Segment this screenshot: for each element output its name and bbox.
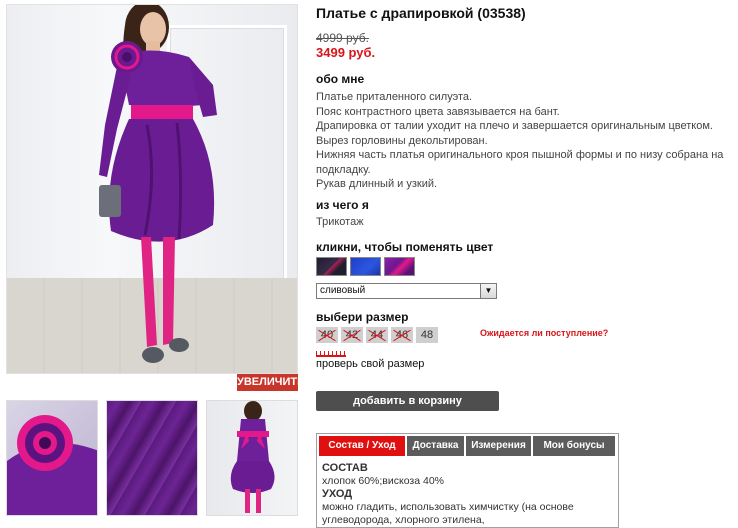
color-swatch-blue[interactable] (350, 257, 381, 276)
restock-inquiry-link[interactable]: Ожидается ли поступление? (480, 328, 608, 338)
size-option-46[interactable]: 46 (391, 327, 413, 343)
ruler-icon (316, 351, 346, 357)
size-heading: выбери размер (316, 310, 409, 324)
rosette-closeup-image (7, 415, 97, 515)
material-heading: из чего я (316, 198, 369, 212)
care-line: можно гладить, использовать химчистку (н… (322, 501, 574, 513)
back-view-image (230, 401, 275, 513)
tabs-bar: Состав / Уход Доставка Измерения Мои бон… (317, 434, 618, 456)
color-select[interactable]: сливовый ▼ (316, 283, 497, 299)
size-option-40[interactable]: 40 (316, 327, 338, 343)
zoom-button[interactable]: УВЕЛИЧИТЬ (237, 374, 305, 391)
dress-model-figure (99, 5, 217, 363)
color-swatch-plum[interactable] (384, 257, 415, 276)
chevron-down-icon[interactable]: ▼ (480, 284, 496, 298)
color-swatch-black[interactable] (316, 257, 347, 276)
size-option-48[interactable]: 48 (416, 327, 438, 343)
thumbnail-fabric-drape[interactable] (106, 400, 198, 516)
about-heading: обо мне (316, 72, 365, 86)
about-line: Нижняя часть платья оригинального кроя п… (316, 149, 724, 161)
tab-composition-care[interactable]: Состав / Уход (319, 436, 405, 456)
main-product-photo[interactable] (6, 4, 298, 374)
size-option-44[interactable]: 44 (366, 327, 388, 343)
thumbnail-back-view[interactable] (206, 400, 298, 516)
thumbnail-rosette[interactable] (6, 400, 98, 516)
color-heading: кликни, чтобы поменять цвет (316, 240, 494, 254)
about-line: Платье приталенного силуэта. (316, 91, 473, 103)
color-select-value: сливовый (320, 285, 366, 296)
composition-heading: СОСТАВ (322, 462, 368, 474)
material-value: Трикотаж (316, 216, 364, 228)
tab-my-bonuses[interactable]: Мои бонусы (533, 436, 615, 456)
size-option-42[interactable]: 42 (341, 327, 363, 343)
care-heading: УХОД (322, 488, 353, 500)
tab-delivery[interactable]: Доставка (407, 436, 464, 456)
product-title: Платье с драпировкой (03538) (316, 5, 526, 21)
add-to-cart-button[interactable]: добавить в корзину (316, 391, 499, 411)
about-line: Пояс контрастного цвета завязывается на … (316, 105, 560, 118)
about-line: подкладку. (316, 163, 371, 176)
about-description: Платье приталенного силуэта. Пояс контра… (316, 90, 734, 192)
tab-measurements[interactable]: Измерения (466, 436, 531, 456)
about-line: Рукав длинный и узкий. (316, 178, 438, 190)
about-line: Вырез горловины декольтирован. (316, 134, 488, 147)
info-tabs-panel: Состав / Уход Доставка Измерения Мои бон… (316, 433, 619, 528)
care-line: углеводорода, хлорного этилена, (322, 514, 485, 526)
check-size-link[interactable]: проверь свой размер (316, 358, 424, 370)
sale-price: 3499 руб. (316, 45, 376, 60)
old-price: 4999 руб. (316, 31, 369, 45)
tab-content: СОСТАВ хлопок 60%;вискоза 40% УХОД можно… (322, 462, 614, 527)
composition-value: хлопок 60%;вискоза 40% (322, 475, 445, 487)
about-line: Драпировка от талии уходит на плечо и за… (316, 120, 713, 132)
